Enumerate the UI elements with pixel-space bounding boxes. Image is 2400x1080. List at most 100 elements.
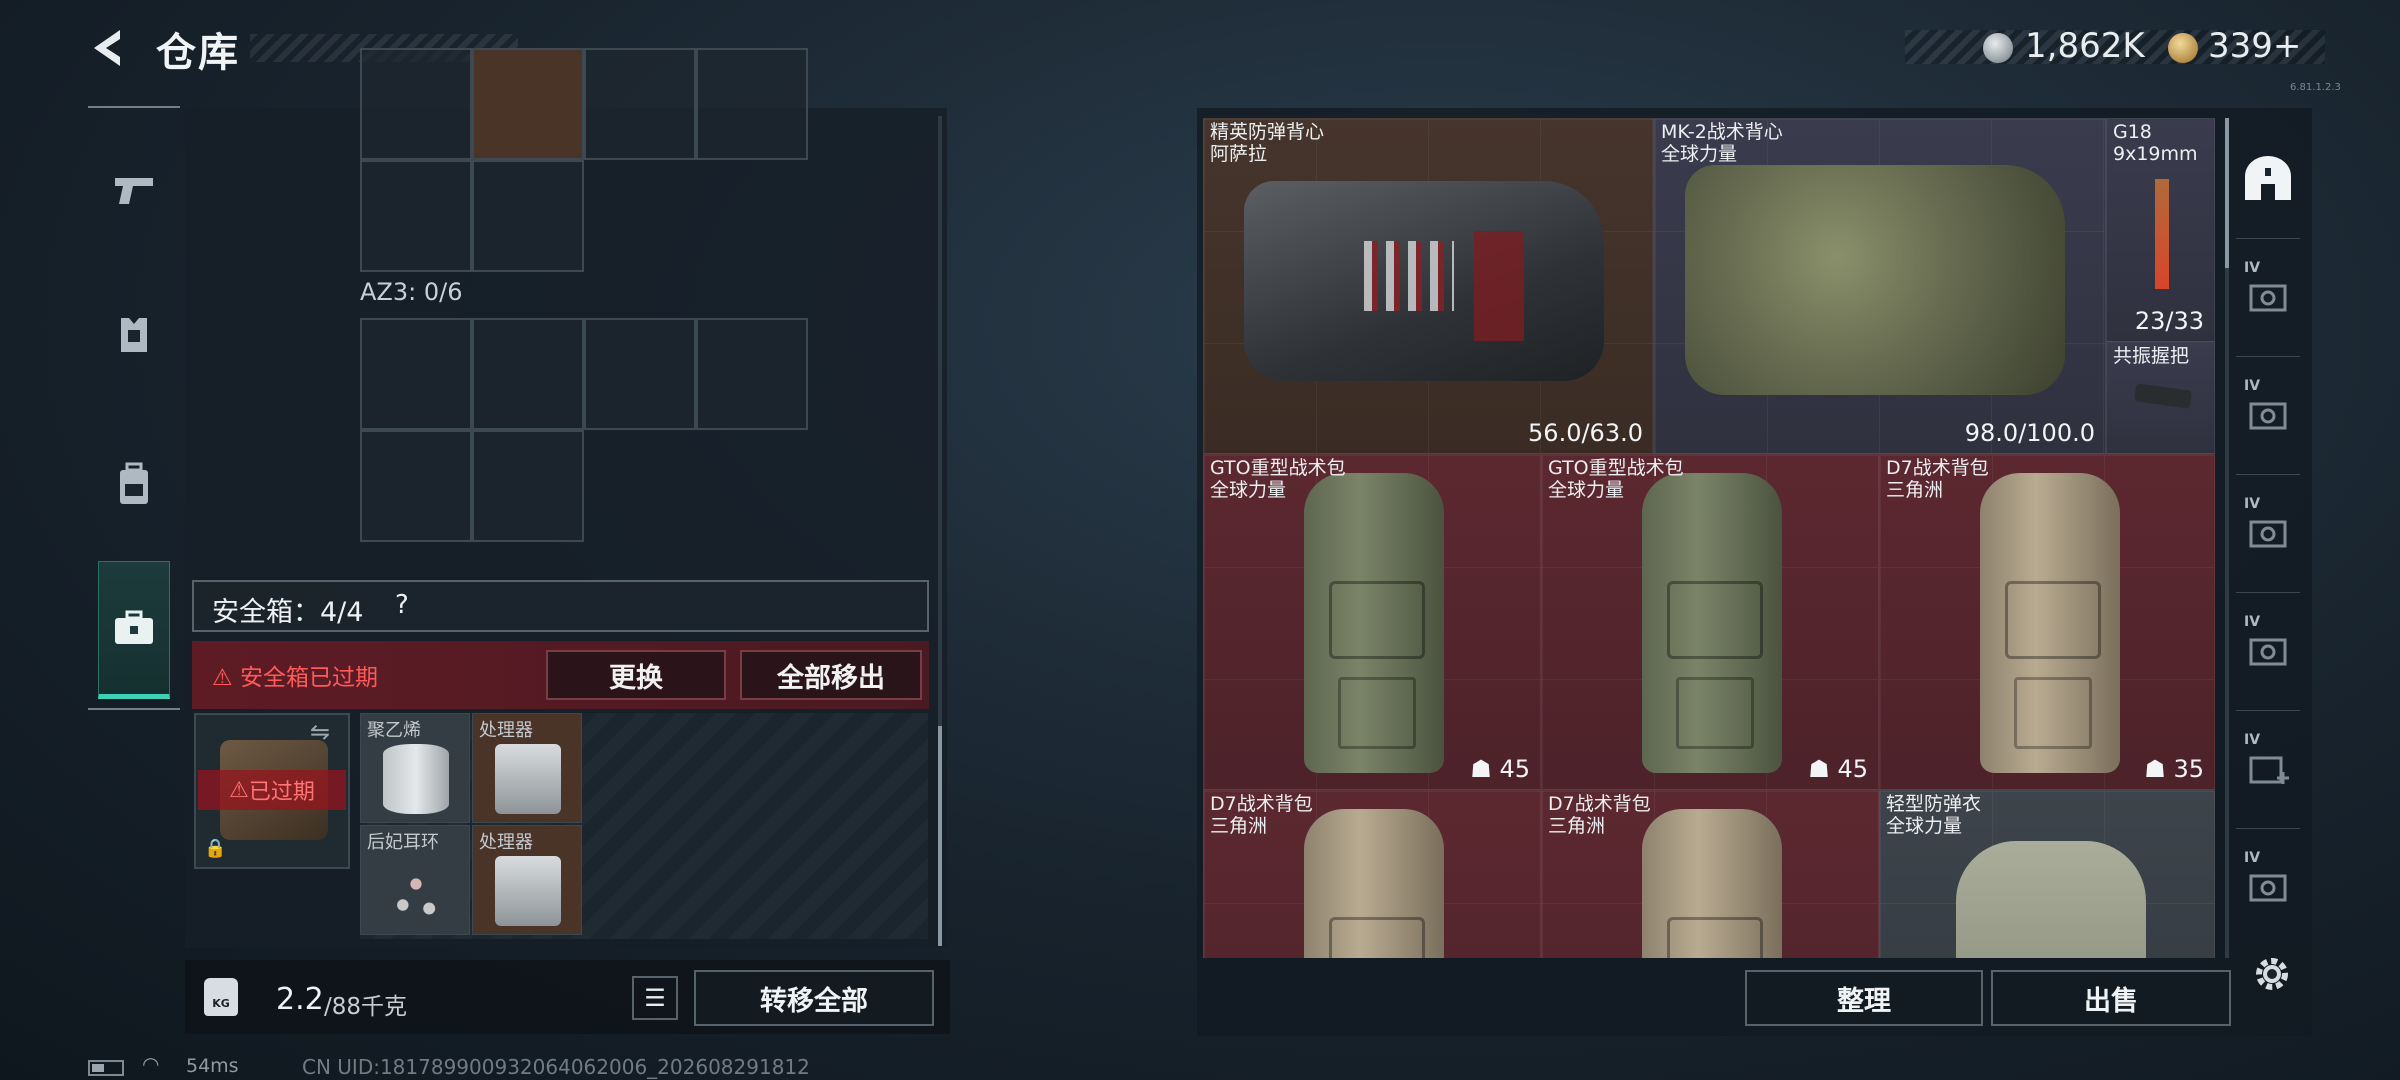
grid-cell[interactable] [472, 160, 584, 272]
grid-cell[interactable] [696, 318, 808, 430]
expired-warning: ⚠ 安全箱已过期 [212, 658, 378, 692]
pistol-image [2155, 179, 2169, 289]
list-view-button[interactable]: ☰ [632, 976, 678, 1020]
stash-item[interactable]: 共振握把 [2106, 342, 2215, 454]
sell-button[interactable]: 出售 [1991, 970, 2231, 1026]
stash-item[interactable]: 精英防弹背心 阿萨拉 56.0/63.0 [1203, 118, 1654, 454]
tab-divider [2236, 710, 2300, 711]
panel-top-mask [185, 0, 947, 108]
tier-label: IV [2244, 378, 2261, 394]
silver-currency-value: 1,862K [2025, 26, 2145, 66]
item-name: 精英防弹背心 阿萨拉 [1210, 121, 1325, 165]
add-currency-button[interactable]: + [2273, 26, 2302, 66]
nav-armor[interactable] [88, 286, 180, 386]
safe-item[interactable]: 聚乙烯 [360, 713, 470, 823]
stash-item[interactable]: G18 9x19mm 23/33 [2106, 118, 2215, 342]
uid-label: CN UID:1817899009320640620​06_2026082918… [302, 1055, 810, 1079]
safe-item[interactable]: 处理器 [472, 825, 582, 935]
stash-item[interactable]: GTO重型战术包 全球力量 ☗ 45 [1541, 454, 1879, 790]
stash-item[interactable]: GTO重型战术包 全球力量 ☗ 45 [1203, 454, 1541, 790]
stash-tab-2[interactable]: IV [2236, 360, 2300, 470]
nav-weapons[interactable] [88, 140, 180, 240]
stash-item[interactable]: D7战术背包 三角洲 [1541, 790, 1879, 958]
case-expired-text: 已过期 [248, 780, 315, 805]
armor-icon [121, 318, 147, 352]
item-name: GTO重型战术包 全球力量 [1210, 457, 1346, 501]
nav-divider [88, 106, 180, 108]
warning-icon: ⚠ [212, 665, 233, 691]
stash-tab-icon [2249, 284, 2287, 312]
stash-tab-4[interactable]: IV [2236, 596, 2300, 706]
grid-cell[interactable] [360, 160, 472, 272]
tier-label: IV [2244, 850, 2261, 866]
safebox-icon [115, 610, 153, 644]
processor-image [495, 744, 561, 814]
stash-item[interactable]: D7战术背包 三角洲 [1203, 790, 1541, 958]
stash-tab-3[interactable]: IV [2236, 478, 2300, 588]
item-name: G18 9x19mm [2113, 121, 2198, 165]
stash-tab-main[interactable] [2236, 124, 2300, 234]
grid-cell[interactable] [360, 430, 472, 542]
stash-tab-icon [2249, 520, 2287, 548]
safe-item[interactable]: 后妃耳环 [360, 825, 470, 935]
nav-backpack[interactable] [88, 434, 180, 534]
stash-tab-icon [2249, 874, 2287, 902]
safe-item[interactable]: 处理器 [472, 713, 582, 823]
stash-tab-5[interactable]: IV [2236, 714, 2300, 824]
ping-value: 54ms [186, 1055, 239, 1077]
stash-tab-6[interactable]: IV [2236, 832, 2300, 942]
case-expired-badge: ⚠ 已过期 [198, 770, 346, 810]
pistol-icon [115, 178, 153, 204]
tab-divider [2236, 356, 2300, 357]
wifi-icon: ◠ [142, 1052, 160, 1076]
stash-scrollbar-thumb[interactable] [2225, 118, 2229, 268]
sort-button[interactable]: 整理 [1745, 970, 1983, 1026]
stash-add-icon [2249, 756, 2289, 784]
replace-button[interactable]: 更换 [546, 650, 726, 700]
stash-item[interactable]: 轻型防弹衣 全球力量 [1879, 790, 2215, 958]
az3-capacity-label: AZ3: 0/6 [360, 278, 463, 306]
capacity-icon: ☗ [1470, 755, 1500, 783]
item-name: MK-2战术背心 全球力量 [1661, 121, 1783, 165]
item-name: D7战术背包 三角洲 [1210, 793, 1313, 837]
help-button[interactable]: ? [395, 590, 409, 620]
grid-cell[interactable] [360, 318, 472, 430]
stash-tab-icon [2249, 638, 2287, 666]
back-arrow-icon [94, 30, 120, 66]
lock-icon: 🔒 [204, 838, 227, 859]
light-armor-image [1956, 841, 2146, 958]
gold-currency-value[interactable]: 339+ [2208, 26, 2301, 66]
safe-item-name: 聚乙烯 [367, 720, 421, 741]
swap-icon[interactable]: ⇋ [310, 718, 330, 746]
back-button[interactable] [88, 26, 132, 70]
loadout-scrollbar-thumb[interactable] [938, 726, 942, 946]
settings-button[interactable] [2250, 952, 2294, 1000]
durability-value: 98.0/100.0 [1964, 419, 2095, 447]
capacity-icon: ☗ [2144, 755, 2174, 783]
stash-item[interactable]: D7战术背包 三角洲 ☗ 35 [1879, 454, 2215, 790]
nav-safebox[interactable] [98, 561, 170, 699]
backpack-image [1642, 809, 1782, 958]
ammo-count: 23/33 [2134, 307, 2204, 335]
stash-home-icon [2245, 156, 2291, 200]
grid-cell[interactable] [472, 430, 584, 542]
elite-vest-image [1244, 181, 1604, 381]
safe-item-name: 处理器 [479, 720, 533, 741]
safe-item-name: 后妃耳环 [367, 832, 439, 853]
nav-divider [88, 708, 180, 710]
stash-item[interactable]: MK-2战术背心 全球力量 98.0/100.0 [1654, 118, 2106, 454]
grid-cell[interactable] [472, 318, 584, 430]
item-name: GTO重型战术包 全球力量 [1548, 457, 1684, 501]
expired-warning-text: 安全箱已过期 [239, 665, 378, 691]
move-all-out-button[interactable]: 全部移出 [740, 650, 922, 700]
transfer-all-button[interactable]: 转移全部 [694, 970, 934, 1026]
item-name: 轻型防弹衣 全球力量 [1886, 793, 1982, 837]
silver-coin-icon [1983, 33, 2013, 63]
backpack-icon [120, 462, 148, 504]
grid-cell[interactable] [584, 318, 696, 430]
tab-divider [2236, 474, 2300, 475]
battery-level [92, 1064, 104, 1072]
safebox-capacity-label: 安全箱：4/4 [212, 597, 364, 628]
stash-tab-1[interactable]: IV [2236, 242, 2300, 352]
item-name: 共振握把 [2113, 345, 2190, 367]
